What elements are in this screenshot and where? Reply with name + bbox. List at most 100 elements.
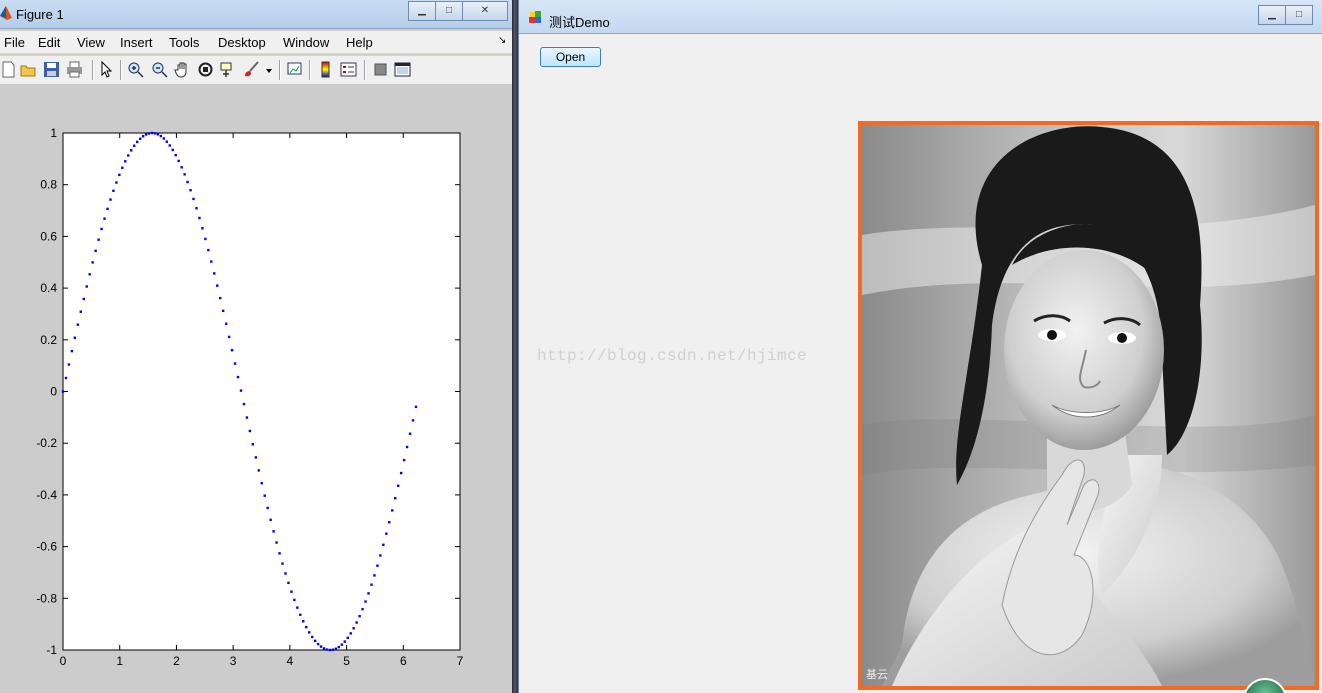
data-point: [219, 296, 222, 300]
y-tick-label: -0.4: [36, 488, 57, 502]
data-point: [290, 590, 293, 593]
data-point: [269, 518, 272, 522]
data-point: [224, 322, 228, 325]
data-point: [124, 160, 127, 163]
data-point: [349, 632, 352, 635]
data-point: [251, 443, 255, 446]
minimize-button[interactable]: ▁: [1258, 5, 1286, 25]
open-file-icon[interactable]: [20, 61, 37, 78]
data-point: [364, 600, 367, 603]
demo-titlebar[interactable]: 测试Demo ▁ □: [519, 0, 1322, 34]
close-button[interactable]: ✕: [462, 1, 508, 21]
open-button[interactable]: Open: [540, 47, 601, 67]
data-point: [233, 362, 237, 365]
y-tick-label: -0.6: [36, 540, 57, 554]
legend-icon[interactable]: [340, 61, 357, 78]
menu-insert[interactable]: Insert: [120, 35, 153, 50]
colorbar-icon[interactable]: [317, 61, 334, 78]
menu-view[interactable]: View: [77, 35, 105, 50]
save-icon[interactable]: [43, 61, 60, 78]
data-point: [402, 458, 406, 462]
y-tick-label: 0.8: [40, 178, 57, 192]
data-point: [278, 552, 281, 555]
data-point: [272, 530, 275, 533]
select-arrow-icon[interactable]: [98, 61, 115, 78]
data-point: [370, 583, 373, 586]
data-point: [186, 180, 189, 184]
brush-icon[interactable]: [243, 61, 260, 78]
data-point: [201, 227, 204, 230]
plot-axes-box: [62, 132, 461, 651]
menu-help[interactable]: Help: [346, 35, 373, 50]
sine-plot[interactable]: 0 1 2 3 4 5 6 7 1 0.8 0.6 0.4 0.2 0 -0.2 -0.4 -0.6 -0.8 -1: [0, 85, 512, 693]
menu-dock-arrow-icon[interactable]: ↘: [498, 35, 506, 46]
y-tick-label: 0.4: [40, 281, 57, 295]
show-plot-tools-icon[interactable]: [394, 61, 411, 78]
data-point: [293, 598, 296, 602]
data-point: [70, 349, 74, 353]
data-point: [177, 159, 180, 163]
data-point: [135, 140, 139, 144]
maximize-button[interactable]: □: [435, 1, 463, 21]
data-point: [334, 647, 338, 650]
figure-titlebar[interactable]: Figure 1 ▁ □ ✕: [0, 0, 512, 29]
maximize-button[interactable]: □: [1285, 5, 1313, 25]
pan-hand-icon[interactable]: [174, 61, 191, 78]
data-point: [118, 173, 121, 177]
data-point: [115, 181, 118, 184]
figure-canvas: 0 1 2 3 4 5 6 7 1 0.8 0.6 0.4 0.2 0 -0.2 -0.4 -0.6 -0.8 -1: [0, 85, 512, 693]
menu-file[interactable]: File: [4, 35, 25, 50]
data-point: [313, 639, 317, 643]
data-point: [195, 207, 198, 210]
data-point: [171, 148, 174, 152]
data-point: [382, 543, 385, 546]
zoom-out-icon[interactable]: [151, 61, 168, 78]
menu-tools[interactable]: Tools: [169, 35, 199, 50]
data-point: [346, 636, 349, 640]
brush-dropdown-icon[interactable]: [264, 61, 274, 78]
data-point: [121, 166, 124, 169]
data-point: [97, 238, 100, 241]
data-point: [394, 497, 397, 500]
data-point: [180, 166, 183, 169]
zoom-in-icon[interactable]: [127, 61, 144, 78]
data-point: [361, 607, 364, 611]
data-point: [150, 131, 154, 135]
data-point: [165, 140, 169, 143]
app-window-icon: [529, 11, 541, 23]
data-point: [302, 620, 305, 623]
menu-edit[interactable]: Edit: [38, 35, 60, 50]
data-point: [64, 376, 68, 380]
x-tick-label: 1: [116, 654, 123, 668]
data-point: [130, 149, 133, 152]
data-point: [207, 248, 210, 252]
data-point: [127, 154, 130, 157]
menu-window[interactable]: Window: [283, 35, 329, 50]
hide-plot-tools-icon[interactable]: [372, 61, 389, 78]
data-point: [396, 484, 400, 487]
new-figure-icon[interactable]: [0, 61, 17, 78]
menu-desktop[interactable]: Desktop: [218, 35, 266, 50]
grayscale-portrait-photo: 基云: [862, 125, 1315, 686]
rotate-3d-icon[interactable]: [197, 61, 214, 78]
minimize-button[interactable]: ▁: [408, 1, 436, 21]
data-cursor-icon[interactable]: [220, 61, 237, 78]
link-plot-icon[interactable]: [286, 61, 303, 78]
data-point: [281, 562, 284, 565]
data-point: [296, 606, 299, 609]
y-tick-label: -0.8: [36, 591, 57, 605]
data-point: [156, 133, 160, 136]
data-point: [328, 648, 332, 652]
data-point: [168, 144, 171, 147]
data-point: [112, 189, 115, 192]
matlab-logo-icon: [0, 6, 12, 20]
x-tick-label: 4: [287, 654, 294, 668]
data-point: [352, 627, 355, 630]
data-point: [307, 631, 311, 634]
data-point: [367, 592, 370, 595]
print-icon[interactable]: [66, 61, 83, 78]
data-point: [399, 471, 403, 475]
data-point: [94, 249, 97, 253]
data-point: [340, 643, 344, 646]
toolbar-separator: [279, 60, 281, 80]
